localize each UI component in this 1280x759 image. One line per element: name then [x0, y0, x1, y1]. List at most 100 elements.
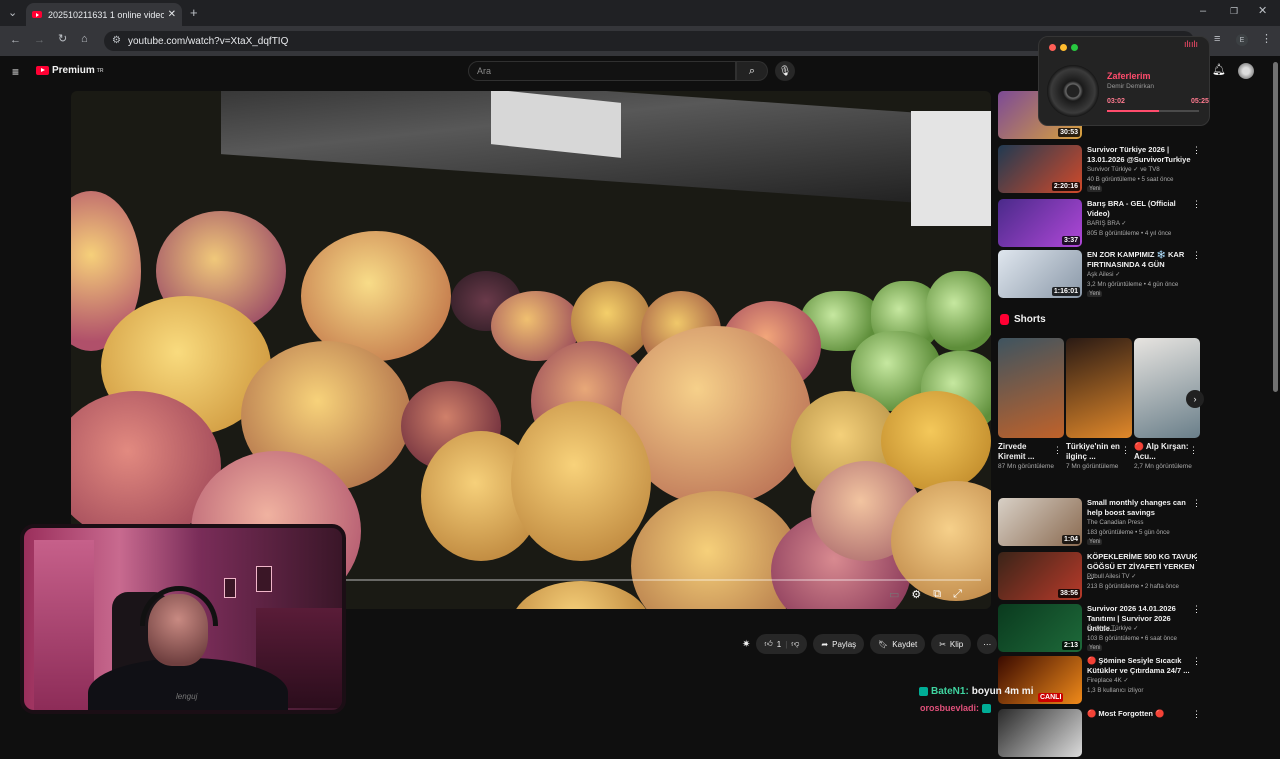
duration-badge: 2:13	[1061, 641, 1080, 650]
video-thumbnail[interactable]: 1:04	[998, 498, 1082, 546]
playlist-icon[interactable]: ≡	[1214, 34, 1220, 45]
webcam-overlay: lenguj	[20, 524, 346, 714]
minimize-icon[interactable]: –	[1200, 6, 1206, 17]
home-icon[interactable]: ⌂	[81, 34, 88, 45]
more-options-icon[interactable]: ⋮	[1192, 498, 1201, 509]
save-button[interactable]: 🔖︎ Kaydet	[870, 634, 926, 654]
video-frame-turnip	[511, 401, 651, 561]
youtube-favicon-icon	[32, 11, 42, 18]
more-options-icon[interactable]: ⋮	[1192, 604, 1201, 615]
sidebar-video-item[interactable]: 3:37 Barış BRA - GEL (Official Video) BARI…	[998, 199, 1208, 249]
new-tab-icon[interactable]: +	[190, 6, 198, 19]
scrollbar-thumb[interactable]	[1273, 62, 1278, 392]
channel-name[interactable]: Pitbull Ailesi TV ✓	[1087, 573, 1202, 581]
more-options-icon[interactable]: ⋮	[1192, 656, 1201, 667]
hamburger-menu-icon[interactable]: ≡	[12, 66, 19, 78]
music-mini-player[interactable]: ılıılı Zaferlerim Demir Demirkan 03:02 0…	[1038, 36, 1210, 126]
channel-name[interactable]: Survivor Türkiye ✓	[1087, 625, 1202, 633]
video-thumbnail[interactable]: 2:20:16	[998, 145, 1082, 193]
more-options-icon[interactable]: ⋮	[1192, 199, 1201, 210]
back-icon[interactable]: ←	[10, 35, 21, 46]
short-title[interactable]: Türkiye'nin en ilginç ...	[1066, 442, 1122, 462]
maximize-dot-icon[interactable]	[1071, 44, 1078, 51]
sidebar-video-item[interactable]: 2:13 Survivor 2026 14.01.2026 Tanıtımı | …	[998, 604, 1208, 654]
video-title[interactable]: Barış BRA - GEL (Official Video)	[1087, 199, 1199, 219]
restore-icon[interactable]: ❐	[1230, 7, 1238, 16]
more-options-icon[interactable]: ⋮	[1192, 250, 1201, 261]
video-stats: 40 B görüntüleme • 5 saat önce	[1087, 176, 1174, 183]
video-stats: 3,2 Mn görüntüleme • 4 gün önce	[1087, 281, 1179, 288]
more-options-icon[interactable]: ⋮	[1192, 145, 1201, 156]
equalizer-icon: ılıılı	[1184, 39, 1199, 49]
notifications-bell-icon[interactable]: 🔔︎	[1212, 65, 1226, 76]
more-actions-button[interactable]: ⋯	[977, 634, 998, 654]
short-thumbnail[interactable]	[1066, 338, 1132, 438]
video-stats: 1,3 B kullanıcı izliyor	[1087, 687, 1144, 694]
video-thumbnail[interactable]: 38:56	[998, 552, 1082, 600]
video-thumbnail[interactable]: 3:37	[998, 199, 1082, 247]
browser-tab[interactable]: 202510211631 1 online video c ✕	[26, 3, 182, 26]
video-title[interactable]: 🔴 Şömine Sesiyle Sıcacık Kütükler ve Çıt…	[1087, 656, 1199, 676]
search-input[interactable]: Ara	[468, 61, 736, 81]
close-dot-icon[interactable]	[1049, 44, 1056, 51]
forward-icon[interactable]: →	[34, 35, 45, 46]
tab-list-chevron-icon[interactable]: ⌄	[8, 8, 17, 19]
sidebar-video-item[interactable]: 2:20:16 Survivor Türkiye 2026 | 13.01.202…	[998, 145, 1208, 195]
close-window-icon[interactable]: ✕	[1258, 6, 1267, 17]
video-thumbnail[interactable]: 1:16:01	[998, 250, 1082, 298]
more-options-icon[interactable]: ⋮	[1192, 552, 1201, 563]
voice-search-button[interactable]: 🎙︎	[775, 61, 795, 81]
miniplayer-icon[interactable]: ⧉	[933, 588, 941, 601]
share-button[interactable]: ➦ Paylaş	[813, 634, 865, 654]
youtube-premium-logo[interactable]: Premium TR	[36, 65, 103, 76]
fullscreen-icon[interactable]: ⤢	[953, 588, 962, 601]
sidebar-video-item[interactable]: 1:16:01 EN ZOR KAMPIMIZ ❄️ KAR FIRTINASIN…	[998, 250, 1208, 300]
sidebar-video-item[interactable]: 38:56 KÖPEKLERİME 500 KG TAVUK GÖĞSÜ ET Z…	[998, 552, 1208, 602]
profile-avatar[interactable]: E	[1236, 34, 1248, 46]
close-tab-icon[interactable]: ✕	[168, 9, 176, 20]
video-title[interactable]: Small monthly changes can help boost sav…	[1087, 498, 1199, 518]
search-button[interactable]: ⌕	[736, 61, 768, 81]
channel-name[interactable]: Survivor Türkiye ✓ ve TV8	[1087, 166, 1202, 174]
more-options-icon[interactable]: ⋮	[1192, 709, 1201, 720]
page-scrollbar[interactable]	[1271, 56, 1280, 720]
clip-label: Klip	[949, 639, 964, 649]
sidebar-video-item[interactable]: 🔴 Most Forgotten 🔴 ⋮	[998, 709, 1208, 759]
short-thumbnail[interactable]	[1134, 338, 1200, 438]
channel-name[interactable]: Fireplace 4K ✓	[1087, 677, 1202, 685]
video-thumbnail[interactable]	[998, 709, 1082, 757]
dislike-button[interactable]: 👎︎	[791, 639, 799, 649]
shorts-next-button[interactable]: ›	[1186, 390, 1204, 408]
site-info-icon[interactable]: ⚙	[112, 35, 121, 46]
song-progress-bar[interactable]	[1107, 110, 1199, 112]
address-bar[interactable]: ⚙ youtube.com/watch?v=XtaX_dqfTIQ	[104, 31, 1194, 51]
more-options-icon[interactable]: ⋮	[1121, 445, 1130, 456]
short-title[interactable]: Zirvede Kiremit ...	[998, 442, 1054, 462]
subtitles-icon[interactable]: ▭	[889, 588, 899, 601]
browser-menu-icon[interactable]: ⋮	[1261, 34, 1272, 45]
video-stats: 805 B görüntüleme • 4 yıl önce	[1087, 230, 1172, 237]
short-thumbnail[interactable]	[998, 338, 1064, 438]
short-item[interactable]: Türkiye'nin en ilginç ... 7 Mn görüntülem…	[1066, 338, 1132, 471]
channel-name[interactable]: BARIŞ BRA ✓	[1087, 220, 1202, 228]
more-options-icon[interactable]: ⋮	[1189, 445, 1198, 456]
channel-name[interactable]: The Canadian Press	[1087, 519, 1202, 527]
sidebar-video-item[interactable]: CANLI 🔴 Şömine Sesiyle Sıcacık Kütükler v…	[998, 656, 1208, 706]
settings-gear-icon[interactable]: ⚙	[911, 588, 921, 601]
song-progress-fill	[1107, 110, 1159, 112]
channel-name[interactable]: Aşk Ailesi ✓	[1087, 271, 1202, 279]
video-title[interactable]: Survivor Türkiye 2026 | 13.01.2026 @Surv…	[1087, 145, 1199, 165]
reload-icon[interactable]: ↻	[58, 34, 67, 45]
more-options-icon[interactable]: ⋮	[1053, 445, 1062, 456]
tab-title: 202510211631 1 online video c	[48, 9, 164, 20]
short-title[interactable]: 🔴 Alp Kırşan: Acu...	[1134, 442, 1190, 462]
like-button[interactable]: 👍︎ 1	[764, 639, 781, 649]
video-title[interactable]: 🔴 Most Forgotten 🔴	[1087, 709, 1199, 719]
sidebar-video-item[interactable]: 1:04 Small monthly changes can help boost…	[998, 498, 1208, 548]
account-avatar[interactable]	[1238, 63, 1254, 79]
short-item[interactable]: Zirvede Kiremit ... 87 Mn görüntüleme ⋮	[998, 338, 1064, 471]
video-title[interactable]: EN ZOR KAMPIMIZ ❄️ KAR FIRTINASINDA 4 GÜ…	[1087, 250, 1199, 270]
minimize-dot-icon[interactable]	[1060, 44, 1067, 51]
clip-button[interactable]: ✂ Klip	[931, 634, 972, 654]
video-thumbnail[interactable]: 2:13	[998, 604, 1082, 652]
